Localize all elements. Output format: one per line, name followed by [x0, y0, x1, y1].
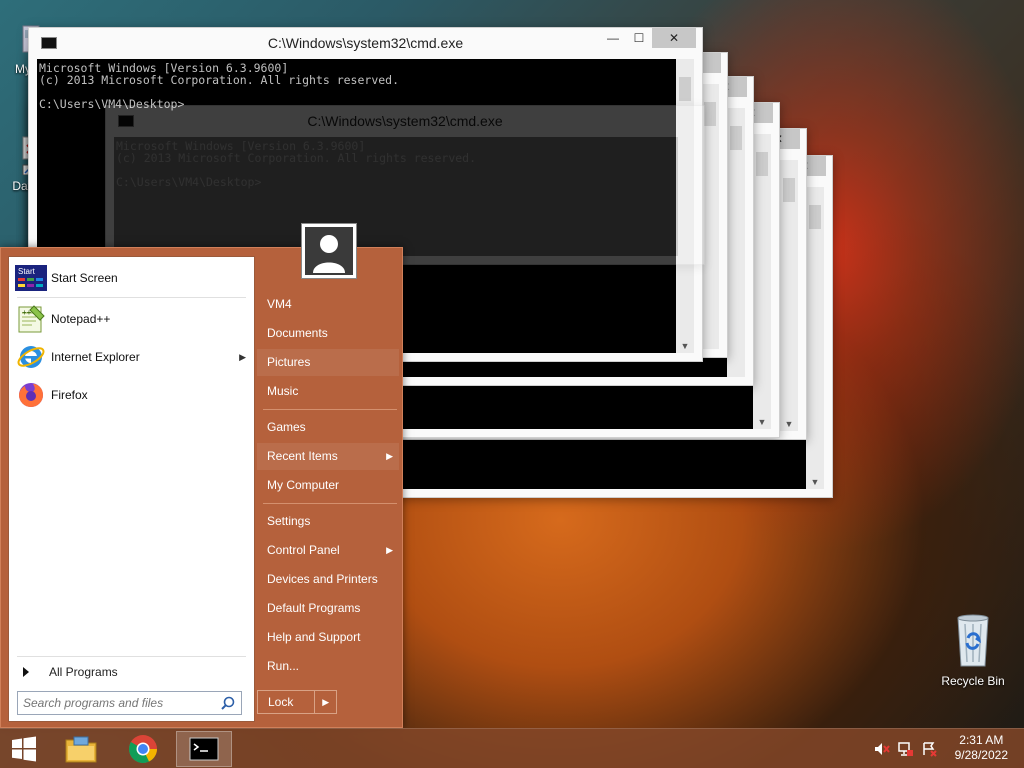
separator: [17, 656, 246, 657]
lock-button[interactable]: Lock ▶: [257, 690, 337, 714]
menu-item-devices-and-printers[interactable]: Devices and Printers: [257, 566, 399, 593]
firefox-icon: [15, 379, 47, 411]
svg-text:++: ++: [22, 308, 32, 317]
submenu-arrow-icon: ▶: [386, 545, 393, 555]
minimize-button[interactable]: —: [600, 28, 626, 48]
maximize-button[interactable]: ☐: [626, 28, 652, 48]
taskbar-file-explorer[interactable]: [58, 731, 104, 767]
system-clock[interactable]: 2:31 AM 9/28/2022: [955, 733, 1008, 763]
menu-item-settings[interactable]: Settings: [257, 508, 399, 535]
menu-item-help-and-support[interactable]: Help and Support: [257, 624, 399, 651]
window-title: C:\Windows\system32\cmd.exe: [307, 113, 503, 129]
user-icon: [313, 235, 345, 273]
console-area: Microsoft Windows [Version 6.3.9600] (c) …: [114, 137, 678, 256]
menu-item-control-panel[interactable]: Control Panel ▶: [257, 537, 399, 564]
lock-label: Lock: [268, 695, 294, 709]
menu-item-recent-items[interactable]: Recent Items ▶: [257, 443, 399, 470]
scroll-down-arrow[interactable]: ▼: [780, 419, 798, 429]
title-bar: C:\Windows\system32\cmd.exe: [106, 106, 704, 136]
cmd-icon: [189, 737, 219, 761]
recycle-bin-icon: [957, 614, 989, 667]
program-label: Internet Explorer: [51, 350, 140, 364]
title-bar[interactable]: C:\Windows\system32\cmd.exe — ☐ ✕: [29, 28, 702, 58]
search-box[interactable]: [17, 691, 242, 715]
vertical-scrollbar[interactable]: ▼: [780, 160, 798, 431]
menu-item-vm4[interactable]: VM4: [257, 291, 399, 318]
cmd-window-drag-preview: C:\Windows\system32\cmd.exe Microsoft Wi…: [105, 105, 705, 265]
program-label: Start Screen: [51, 271, 118, 285]
submenu-arrow-icon: ▶: [239, 351, 246, 362]
program-label: Firefox: [51, 388, 88, 402]
clock-date: 9/28/2022: [954, 748, 1008, 762]
program-firefox[interactable]: Firefox: [15, 378, 250, 412]
program-notepad-plus-plus[interactable]: ++ Notepad++: [15, 302, 250, 336]
internet-explorer-icon: [15, 341, 47, 373]
menu-item-music[interactable]: Music: [257, 378, 399, 405]
scroll-thumb[interactable]: [783, 178, 795, 202]
taskbar: 2:31 AM 9/28/2022: [0, 728, 1024, 768]
taskbar-cmd[interactable]: [176, 731, 232, 767]
chrome-icon: [129, 735, 157, 763]
file-explorer-icon: [65, 736, 97, 763]
separator: [263, 409, 397, 410]
start-menu-programs-panel: Start Start Screen ++ Notepad++ Internet…: [8, 256, 255, 722]
vertical-scrollbar[interactable]: ▼: [753, 134, 771, 429]
expand-arrow-icon: [23, 667, 29, 677]
desktop-icon-recycle-bin[interactable]: Recycle Bin: [938, 610, 1008, 688]
all-programs-button[interactable]: All Programs: [19, 662, 249, 682]
program-internet-explorer[interactable]: Internet Explorer ▶: [15, 340, 250, 374]
program-label: Notepad++: [51, 312, 111, 326]
scroll-thumb[interactable]: [730, 126, 742, 150]
menu-item-documents[interactable]: Documents: [257, 320, 399, 347]
program-start-screen[interactable]: Start Start Screen: [15, 261, 250, 295]
separator: [17, 297, 246, 298]
user-avatar[interactable]: [301, 223, 357, 279]
console-prompt: C:\Users\VM4\Desktop>: [116, 175, 262, 189]
start-menu: Start Start Screen ++ Notepad++ Internet…: [0, 223, 403, 728]
scroll-thumb[interactable]: [756, 152, 768, 176]
vertical-scrollbar[interactable]: ▼: [806, 187, 824, 489]
network-icon[interactable]: [898, 741, 914, 757]
scroll-down-arrow[interactable]: ▼: [806, 477, 824, 487]
menu-item-my-computer[interactable]: My Computer: [257, 472, 399, 499]
all-programs-label: All Programs: [49, 665, 118, 679]
clock-time: 2:31 AM: [959, 733, 1004, 747]
windows-start-icon: [12, 736, 36, 762]
menu-item-pictures[interactable]: Pictures: [257, 349, 399, 376]
console-line: (c) 2013 Microsoft Corporation. All righ…: [39, 73, 400, 87]
separator: [263, 503, 397, 504]
power-options-arrow-icon[interactable]: ▶: [314, 691, 336, 713]
console-line: (c) 2013 Microsoft Corporation. All righ…: [116, 151, 477, 165]
vertical-scrollbar[interactable]: [727, 108, 745, 377]
taskbar-chrome[interactable]: [120, 731, 166, 767]
scroll-thumb[interactable]: [704, 102, 716, 126]
menu-item-default-programs[interactable]: Default Programs: [257, 595, 399, 622]
close-button[interactable]: ✕: [652, 28, 696, 48]
scroll-thumb[interactable]: [809, 205, 821, 229]
submenu-arrow-icon: ▶: [386, 451, 393, 461]
menu-item-run[interactable]: Run...: [257, 653, 399, 680]
menu-item-games[interactable]: Games: [257, 414, 399, 441]
menu-item-label: Recent Items: [267, 449, 338, 463]
desktop-icon-label: Recycle Bin: [941, 674, 1005, 688]
svg-text:Start: Start: [18, 267, 36, 276]
search-input[interactable]: [18, 692, 214, 714]
scroll-thumb[interactable]: [679, 77, 691, 101]
volume-muted-icon[interactable]: [874, 741, 890, 757]
search-icon[interactable]: [221, 696, 235, 710]
start-screen-icon: Start: [15, 262, 47, 294]
start-button[interactable]: [4, 731, 44, 767]
scroll-down-arrow[interactable]: ▼: [753, 417, 771, 427]
scroll-down-arrow[interactable]: ▼: [676, 341, 694, 351]
action-center-icon[interactable]: [922, 741, 938, 757]
notepad-plus-plus-icon: ++: [15, 303, 47, 335]
menu-item-label: Control Panel: [267, 543, 340, 557]
